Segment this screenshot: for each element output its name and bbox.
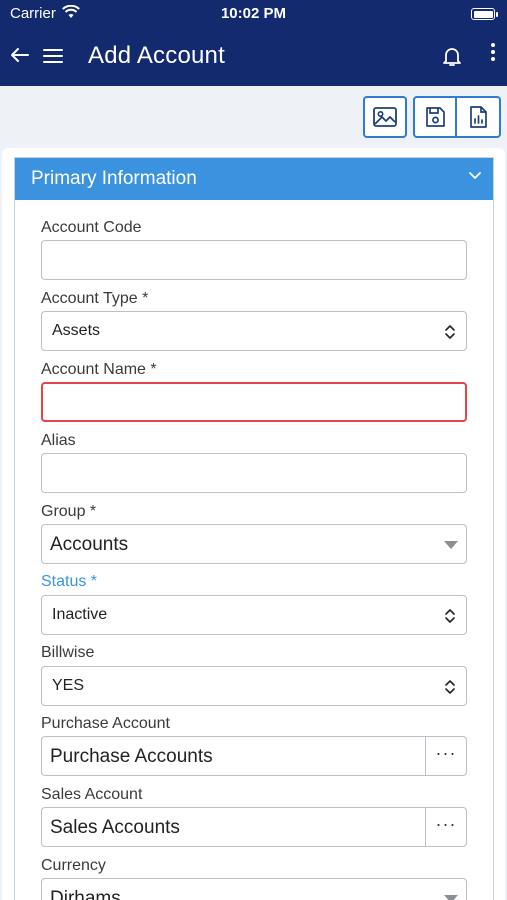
account-code-input[interactable] — [41, 240, 467, 280]
up-down-icon — [445, 680, 455, 694]
sales-account-input[interactable]: Sales Accounts ··· — [41, 807, 467, 847]
account-type-value: Assets — [52, 322, 101, 339]
battery-tip — [496, 12, 498, 17]
bell-icon[interactable] — [440, 44, 464, 68]
more-horizontal-icon: ··· — [435, 814, 457, 834]
save-report-group — [413, 96, 501, 138]
currency-dropdown[interactable]: Dirhams — [41, 878, 467, 900]
status-bar: Carrier 10:02 PM — [0, 0, 507, 28]
status-select[interactable]: Inactive — [41, 595, 467, 635]
image-icon — [373, 107, 397, 127]
billwise-value: YES — [52, 677, 85, 694]
purchase-account-value: Purchase Accounts — [50, 746, 213, 767]
group-value: Accounts — [50, 534, 129, 555]
account-code-label: Account Code — [41, 219, 142, 236]
clock: 10:02 PM — [220, 5, 287, 22]
panel-title: Primary Information — [31, 168, 197, 189]
up-down-icon — [445, 325, 455, 339]
more-horizontal-icon: ··· — [435, 743, 457, 763]
billwise-label: Billwise — [41, 644, 95, 661]
group-label: Group * — [41, 503, 97, 520]
primary-information-panel: Primary Information Account Code Account… — [14, 157, 494, 900]
caret-down-icon — [444, 541, 458, 549]
app-bar: Add Account — [0, 28, 507, 86]
chevron-down-icon[interactable] — [467, 167, 483, 183]
caret-down-icon — [444, 895, 458, 900]
account-type-label: Account Type * — [41, 290, 149, 307]
currency-value: Dirhams — [50, 888, 121, 900]
back-arrow-icon[interactable] — [8, 43, 32, 67]
purchase-account-label: Purchase Account — [41, 715, 170, 732]
report-icon — [470, 106, 487, 128]
purchase-account-lookup-button[interactable]: ··· — [425, 737, 466, 775]
account-type-select[interactable]: Assets — [41, 311, 467, 351]
group-dropdown[interactable]: Accounts — [41, 524, 467, 564]
page-title: Add Account — [88, 42, 225, 69]
billwise-select[interactable]: YES — [41, 666, 467, 706]
status-label: Status * — [41, 573, 98, 590]
account-name-input[interactable] — [41, 382, 467, 422]
sales-account-lookup-button[interactable]: ··· — [425, 808, 466, 846]
alias-label: Alias — [41, 432, 76, 449]
attach-image-button[interactable] — [363, 96, 407, 138]
more-vertical-icon[interactable] — [481, 40, 505, 68]
save-button[interactable] — [415, 98, 457, 136]
hamburger-menu-icon[interactable] — [42, 45, 64, 67]
account-name-label: Account Name * — [41, 361, 157, 378]
alias-input[interactable] — [41, 453, 467, 493]
action-toolbar — [0, 96, 507, 140]
save-icon — [426, 107, 445, 127]
status-value: Inactive — [52, 606, 108, 623]
purchase-account-input[interactable]: Purchase Accounts ··· — [41, 736, 467, 776]
battery-icon — [471, 8, 495, 20]
sales-account-label: Sales Account — [41, 786, 143, 803]
currency-label: Currency — [41, 857, 106, 874]
panel-header[interactable]: Primary Information — [15, 158, 493, 200]
sales-account-value: Sales Accounts — [50, 817, 180, 838]
up-down-icon — [445, 609, 455, 623]
report-button[interactable] — [457, 98, 499, 136]
